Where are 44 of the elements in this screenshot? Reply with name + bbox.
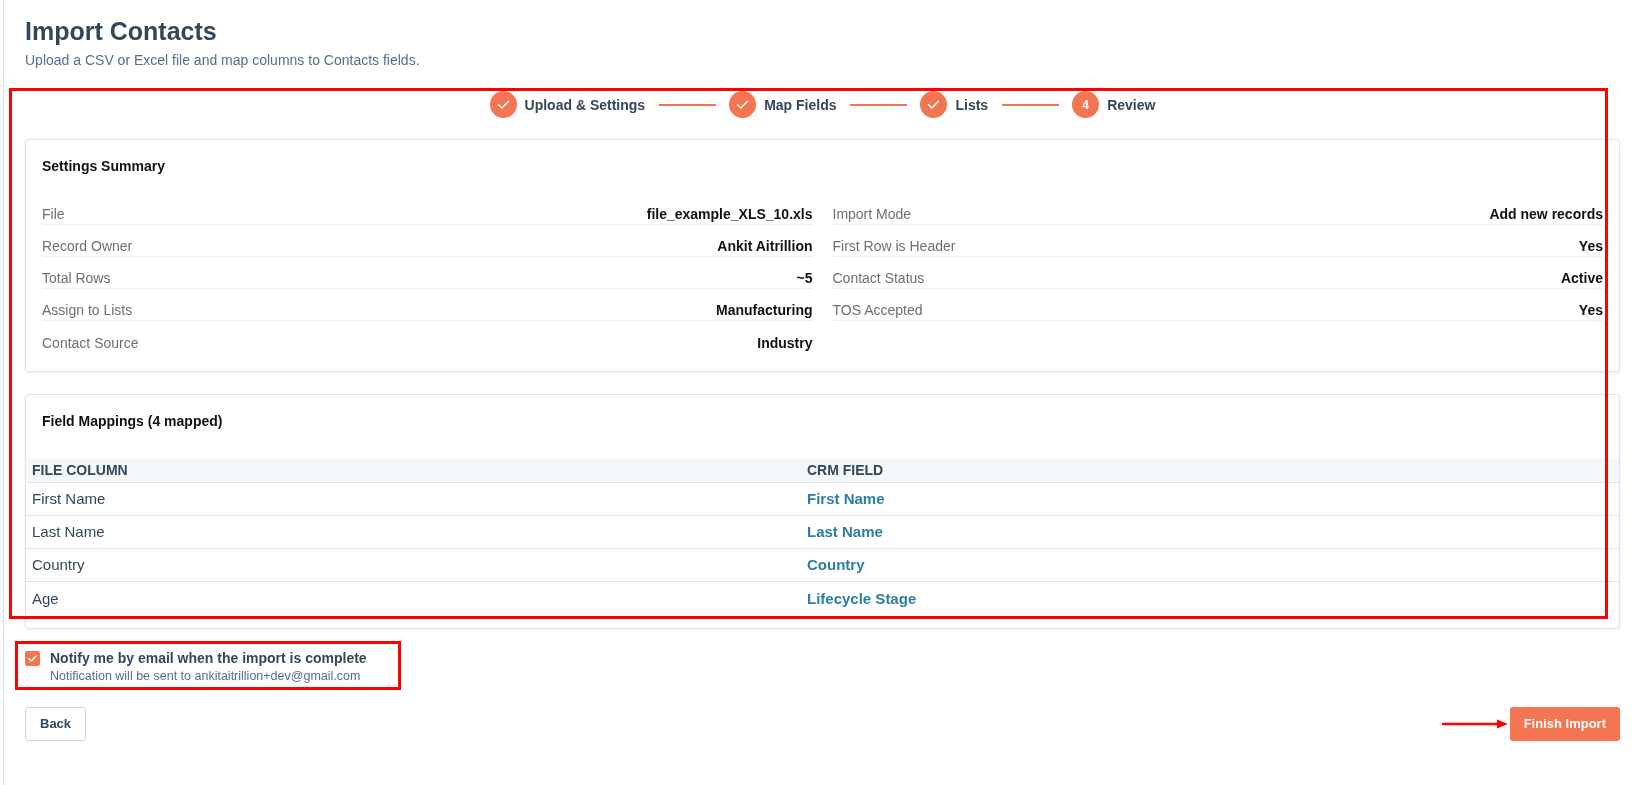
notify-label: Notify me by email when the import is complete xyxy=(50,649,367,668)
summary-value: Yes xyxy=(1578,301,1603,320)
summary-value: Yes xyxy=(1578,237,1603,256)
crm-field-cell: Country xyxy=(807,556,865,573)
crm-field-cell: Last Name xyxy=(807,523,883,540)
summary-label: Assign to Lists xyxy=(42,301,133,320)
summary-label: Import Mode xyxy=(832,205,912,224)
summary-value: ~5 xyxy=(796,269,813,288)
crm-field-cell: Lifecycle Stage xyxy=(807,589,917,607)
summary-value: file_example_XLS_10.xls xyxy=(646,205,813,224)
page-title: Import Contacts xyxy=(25,16,217,46)
summary-label: Record Owner xyxy=(42,237,133,256)
table-cell: First Name xyxy=(32,490,106,507)
summary-value: Add new records xyxy=(1489,205,1603,224)
summary-label: Contact Source xyxy=(42,334,139,353)
summary-value: Manufacturing xyxy=(716,301,813,320)
crm-field-cell: First Name xyxy=(807,490,885,507)
column-header: CRM FIELD xyxy=(807,462,884,478)
summary-label: Contact Status xyxy=(832,269,925,288)
step-connector xyxy=(850,103,908,106)
card-title: Field Mappings (4 mapped) xyxy=(42,412,223,431)
summary-label: TOS Accepted xyxy=(832,301,923,320)
summary-value: Active xyxy=(1560,269,1603,288)
step-label: Upload & Settings xyxy=(524,95,646,115)
page-subtitle: Upload a CSV or Excel file and map columns to Contacts fields. xyxy=(25,51,420,70)
back-button[interactable]: Back xyxy=(25,707,87,741)
table-cell: Country xyxy=(32,556,85,573)
step-connector xyxy=(659,103,717,106)
table-cell: Age xyxy=(32,589,59,607)
summary-label: First Row is Header xyxy=(832,237,956,256)
summary-label: File xyxy=(42,205,65,224)
card-title: Settings Summary xyxy=(42,157,165,176)
step-label: Map Fields xyxy=(764,95,837,115)
notify-note: Notification will be sent to ankitaitrillion+dev@gmail.com xyxy=(50,668,361,684)
notify-checkbox[interactable] xyxy=(25,651,40,666)
step-label: Lists xyxy=(955,95,989,115)
table-cell: Last Name xyxy=(32,523,105,540)
step-connector xyxy=(1002,103,1060,106)
summary-value: Industry xyxy=(757,334,813,353)
column-header: FILE COLUMN xyxy=(32,462,128,478)
step-label: Review xyxy=(1107,95,1156,115)
summary-value: Ankit Aitrillion xyxy=(717,237,813,256)
summary-label: Total Rows xyxy=(42,269,111,288)
step-number: 4 xyxy=(1072,91,1100,118)
